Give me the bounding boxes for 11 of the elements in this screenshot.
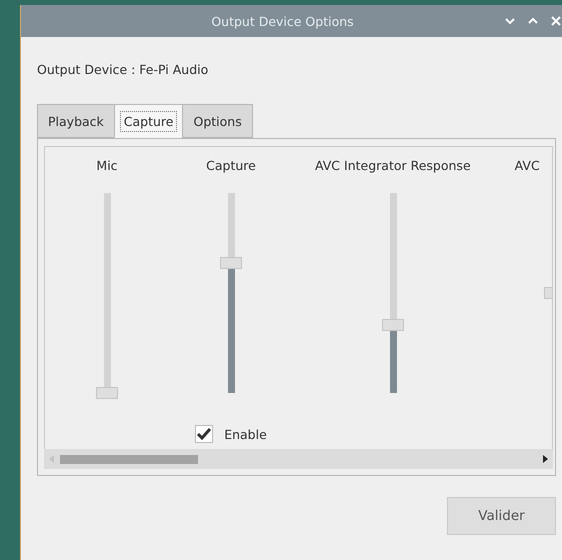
tab[interactable]: Playback	[37, 104, 115, 138]
device-label: Output Device : Fe-Pi Audio	[37, 62, 210, 77]
tab[interactable]: Capture	[114, 104, 184, 138]
channel-label: AVC Integrator Response	[315, 158, 471, 173]
tab[interactable]: Options	[182, 104, 253, 138]
validate-button[interactable]: Valider	[447, 497, 556, 535]
window-title: Output Device Options	[210, 14, 355, 28]
checkbox-label: Enable	[224, 426, 267, 442]
channel-label: Mic	[96, 158, 118, 173]
channel-label: AVC	[514, 158, 540, 173]
channel-label: Capture	[206, 158, 256, 173]
